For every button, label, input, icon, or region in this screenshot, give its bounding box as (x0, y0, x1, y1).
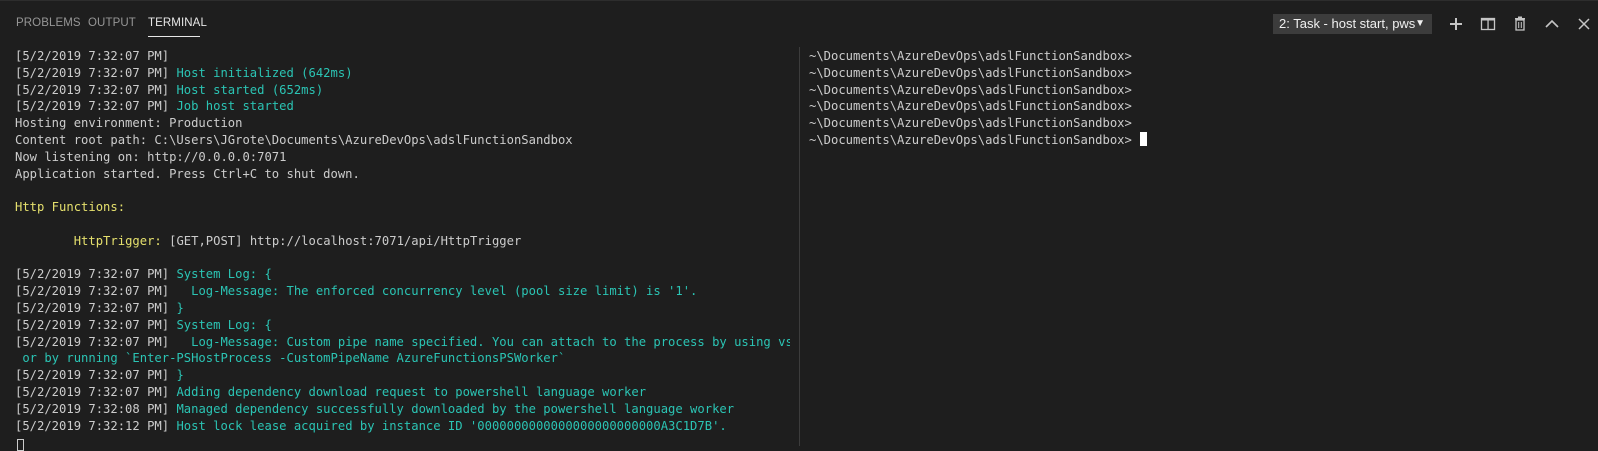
terminal-prompt-line: ~\Documents\AzureDevOps\adslFunctionSand… (809, 48, 1589, 65)
terminal-line-message: HttpTrigger: (73, 233, 162, 248)
terminal-line: [5/2/2019 7:32:07 PM] Host started (652m… (15, 82, 790, 99)
terminal-line: [5/2/2019 7:32:07 PM] Host initialized (… (15, 65, 790, 82)
terminal-line-message: } (176, 300, 184, 315)
terminal-panel: PROBLEMS OUTPUT TERMINAL 2: Task - host … (0, 0, 1598, 451)
terminal-line-prefix: [5/2/2019 7:32:07 PM] (15, 99, 177, 114)
terminal-prompt: ~\Documents\AzureDevOps\adslFunctionSand… (809, 99, 1132, 114)
terminal-split-divider[interactable] (799, 47, 800, 446)
terminal-line: [5/2/2019 7:32:07 PM] System Log: { (15, 317, 790, 334)
terminal-line-prefix: [5/2/2019 7:32:08 PM] (15, 401, 177, 416)
terminal-line-prefix: [5/2/2019 7:32:07 PM] (15, 82, 177, 97)
terminal-line-message: Job host started (176, 99, 294, 114)
terminal-line-message: Log-Message: The enforced concurrency le… (176, 284, 698, 299)
terminal-prompt: ~\Documents\AzureDevOps\adslFunctionSand… (809, 82, 1132, 97)
terminal-line-prefix (15, 234, 74, 248)
terminal-line-message: Host lock lease acquired by instance ID … (176, 418, 727, 433)
terminal-line-prefix: [5/2/2019 7:32:07 PM] (15, 49, 170, 63)
terminal-line-message: } (176, 368, 184, 383)
terminal-line: Now listening on: http://0.0.0.0:7071 (15, 149, 790, 166)
terminal-select[interactable]: 2: Task - host start, pws ▼ (1273, 14, 1432, 34)
terminal-line: [5/2/2019 7:32:08 PM] Managed dependency… (15, 401, 790, 418)
tab-output[interactable]: OUTPUT (88, 17, 136, 29)
terminal-line-prefix: [5/2/2019 7:32:07 PM] (15, 384, 177, 399)
terminal-line-message: Log-Message: Custom pipe name specified.… (176, 334, 790, 349)
kill-terminal-button[interactable] (1510, 14, 1530, 34)
terminal-line-message: System Log: { (176, 317, 272, 332)
terminal-prompt-line: ~\Documents\AzureDevOps\adslFunctionSand… (809, 115, 1589, 132)
terminal-line: [5/2/2019 7:32:07 PM] Job host started (15, 98, 790, 115)
terminal-prompt-line: ~\Documents\AzureDevOps\adslFunctionSand… (809, 131, 1589, 149)
split-icon (1480, 17, 1496, 31)
left-terminal-cursor (17, 439, 24, 451)
chevron-down-icon: ▼ (1415, 18, 1425, 29)
terminal-line: or by running `Enter-PSHostProcess -Cust… (15, 350, 790, 367)
terminal-line-prefix: Hosting environment: Production (15, 116, 243, 131)
terminal-prompt-line: ~\Documents\AzureDevOps\adslFunctionSand… (809, 82, 1589, 99)
terminal-line-prefix: [5/2/2019 7:32:07 PM] (15, 368, 177, 383)
terminal-line: [5/2/2019 7:32:07 PM] System Log: { (15, 266, 790, 283)
panel-tab-bar: PROBLEMS OUTPUT TERMINAL 2: Task - host … (0, 1, 1598, 45)
terminal-line-prefix: [5/2/2019 7:32:12 PM] (15, 418, 177, 433)
terminal-line-message: Adding dependency download request to po… (176, 384, 647, 399)
terminal-select-value: 2: Task - host start, pws (1279, 16, 1416, 31)
terminal-prompt: ~\Documents\AzureDevOps\adslFunctionSand… (809, 65, 1132, 80)
terminal-prompt: ~\Documents\AzureDevOps\adslFunctionSand… (809, 49, 1132, 63)
terminal-line: HttpTrigger: [GET,POST] http://localhost… (15, 233, 790, 250)
plus-icon (1450, 18, 1462, 30)
trash-icon (1515, 16, 1525, 31)
chevron-up-icon (1545, 19, 1559, 28)
terminal-line: [5/2/2019 7:32:07 PM] Adding dependency … (15, 384, 790, 401)
terminal-line-prefix: [5/2/2019 7:32:07 PM] (15, 334, 177, 349)
active-tab-indicator (148, 36, 200, 37)
terminal-prompt: ~\Documents\AzureDevOps\adslFunctionSand… (809, 132, 1140, 147)
terminal-line: Hosting environment: Production (15, 115, 790, 132)
terminal-line: [5/2/2019 7:32:07 PM] Log-Message: Custo… (15, 334, 790, 351)
close-panel-button[interactable] (1574, 14, 1594, 34)
terminal-line: [5/2/2019 7:32:12 PM] Host lock lease ac… (15, 418, 790, 435)
terminal-line-prefix: Content root path: C:\Users\JGrote\Docum… (15, 132, 573, 147)
terminal-right-output[interactable]: ~\Documents\AzureDevOps\adslFunctionSand… (809, 48, 1589, 446)
terminal-line-message: System Log: { (176, 267, 272, 282)
terminal-line: [5/2/2019 7:32:07 PM] Log-Message: The e… (15, 283, 790, 300)
terminal-line: Application started. Press Ctrl+C to shu… (15, 166, 790, 183)
tab-problems[interactable]: PROBLEMS (16, 17, 81, 29)
terminal-line-prefix: [5/2/2019 7:32:07 PM] (15, 267, 177, 282)
maximize-panel-button[interactable] (1542, 14, 1562, 34)
terminal-line: [5/2/2019 7:32:07 PM] } (15, 300, 790, 317)
terminal-line: Content root path: C:\Users\JGrote\Docum… (15, 132, 790, 149)
terminal-line-prefix: Now listening on: http://0.0.0.0:7071 (15, 149, 287, 164)
terminal-line-prefix: Application started. Press Ctrl+C to shu… (15, 166, 360, 181)
terminal-line: Http Functions: (15, 199, 790, 216)
terminal-line-prefix: [5/2/2019 7:32:07 PM] (15, 284, 177, 299)
terminal-prompt-line: ~\Documents\AzureDevOps\adslFunctionSand… (809, 98, 1589, 115)
terminal-line-prefix: [5/2/2019 7:32:07 PM] (15, 300, 177, 315)
terminal-line-prefix: [5/2/2019 7:32:07 PM] (15, 317, 177, 332)
new-terminal-button[interactable] (1446, 14, 1466, 34)
terminal-prompt-line: ~\Documents\AzureDevOps\adslFunctionSand… (809, 65, 1589, 82)
terminal-left-output[interactable]: [5/2/2019 7:32:07 PM] [5/2/2019 7:32:07 P… (15, 48, 790, 446)
tab-terminal[interactable]: TERMINAL (148, 17, 207, 29)
terminal-line-prefix: [5/2/2019 7:32:07 PM] (15, 65, 177, 80)
terminal-line: [5/2/2019 7:32:07 PM] (15, 48, 790, 65)
terminal-line-message: Host initialized (642ms) (176, 65, 353, 80)
terminal-line-message: Http Functions: (15, 200, 126, 215)
close-icon (1578, 18, 1590, 30)
terminal-line-message: or by running `Enter-PSHostProcess -Cust… (15, 351, 566, 366)
terminal-line-message: Managed dependency successfully download… (176, 401, 735, 416)
terminal-line-tail: [GET,POST] http://localhost:7071/api/Htt… (161, 233, 522, 248)
terminal-cursor (1140, 131, 1148, 146)
terminal-prompt: ~\Documents\AzureDevOps\adslFunctionSand… (809, 116, 1132, 131)
terminal-line-message: Host started (652ms) (176, 82, 324, 97)
split-terminal-button[interactable] (1478, 14, 1498, 34)
terminal-line: [5/2/2019 7:32:07 PM] } (15, 367, 790, 384)
